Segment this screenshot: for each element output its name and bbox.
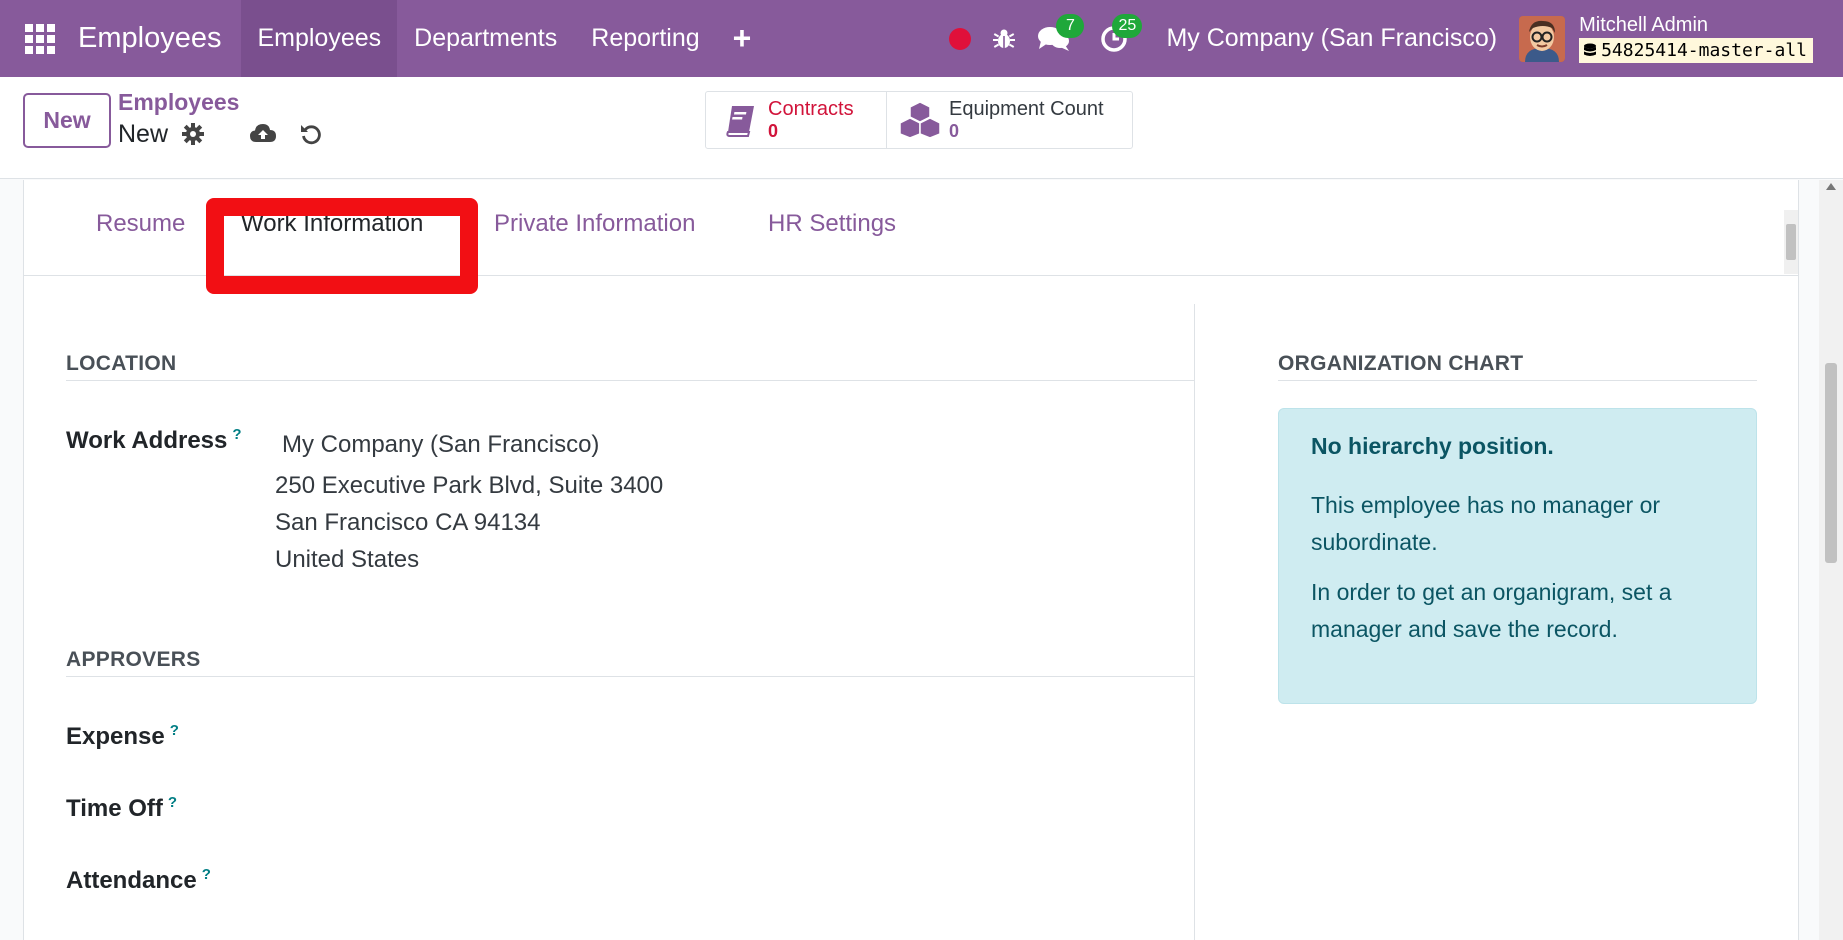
approvers-section-title: APPROVERS bbox=[66, 648, 201, 671]
time-off-help-icon[interactable]: ? bbox=[168, 794, 177, 811]
attendance-help-icon[interactable]: ? bbox=[202, 866, 211, 883]
tab-hr-settings[interactable]: HR Settings bbox=[768, 210, 896, 238]
work-address-help-icon[interactable]: ? bbox=[232, 426, 241, 443]
work-address-label: Work Address? bbox=[66, 426, 242, 455]
new-button[interactable]: New bbox=[23, 93, 111, 148]
column-divider bbox=[1194, 304, 1195, 940]
tabs-scrollbar[interactable] bbox=[1784, 210, 1798, 274]
discard-undo-icon[interactable] bbox=[296, 119, 326, 149]
database-name: 54825414-master-all bbox=[1601, 40, 1807, 61]
database-label: 54825414-master-all bbox=[1579, 38, 1813, 63]
cloud-upload-save-icon[interactable] bbox=[248, 119, 278, 149]
contracts-smart-button[interactable]: Contracts 0 bbox=[706, 92, 886, 148]
tab-private-information[interactable]: Private Information bbox=[494, 210, 695, 238]
activity-clock-icon[interactable]: 25 bbox=[1082, 0, 1146, 77]
address-city: San Francisco CA 94134 bbox=[275, 509, 541, 536]
user-menu[interactable]: Mitchell Admin 54825414-master-all bbox=[1579, 14, 1813, 63]
expense-label-text: Expense bbox=[66, 723, 165, 750]
equipment-smart-button[interactable]: Equipment Count 0 bbox=[886, 92, 1132, 148]
user-avatar[interactable] bbox=[1519, 15, 1566, 62]
activity-badge: 25 bbox=[1112, 14, 1143, 38]
no-hierarchy-alert: No hierarchy position. This employee has… bbox=[1278, 408, 1757, 704]
address-company[interactable]: My Company (San Francisco) bbox=[282, 431, 599, 459]
time-off-approver-label: Time Off? bbox=[66, 794, 177, 823]
work-address-label-text: Work Address bbox=[66, 427, 228, 454]
control-panel: New Employees New Contracts 0 Equipment … bbox=[0, 77, 1843, 179]
breadcrumb-current: New bbox=[118, 120, 169, 148]
breadcrumb-parent[interactable]: Employees bbox=[118, 89, 239, 116]
expense-help-icon[interactable]: ? bbox=[170, 722, 179, 739]
scroll-up-arrow-icon[interactable] bbox=[1826, 183, 1836, 190]
notebook-tabs: Resume Work Information Private Informat… bbox=[24, 180, 1798, 276]
menu-employees[interactable]: Employees bbox=[241, 0, 398, 77]
alert-message-1: This employee has no manager or subordin… bbox=[1311, 492, 1661, 555]
tab-work-information[interactable]: Work Information bbox=[241, 210, 423, 238]
menu-departments[interactable]: Departments bbox=[397, 0, 574, 77]
app-menu-icon[interactable] bbox=[12, 0, 68, 77]
recording-icon[interactable] bbox=[938, 0, 982, 77]
navbar-systray: 7 25 My Company (San Francisco) Mitchell… bbox=[938, 0, 1843, 77]
contracts-label: Contracts bbox=[768, 98, 854, 120]
form-sheet: Resume Work Information Private Informat… bbox=[23, 180, 1799, 940]
add-menu-button[interactable]: + bbox=[717, 0, 768, 77]
user-name: Mitchell Admin bbox=[1579, 14, 1709, 36]
equipment-count: 0 bbox=[949, 121, 960, 141]
contracts-count: 0 bbox=[768, 121, 779, 141]
address-street: 250 Executive Park Blvd, Suite 3400 bbox=[275, 472, 664, 499]
debug-bug-icon[interactable] bbox=[982, 0, 1026, 77]
top-navbar: Employees Employees Departments Reportin… bbox=[0, 0, 1843, 77]
cubes-icon bbox=[897, 101, 943, 139]
chat-messages-icon[interactable]: 7 bbox=[1026, 0, 1085, 77]
location-section-title: LOCATION bbox=[66, 352, 177, 375]
attendance-label-text: Attendance bbox=[66, 867, 197, 894]
address-country: United States bbox=[275, 546, 420, 573]
expense-approver-label: Expense? bbox=[66, 722, 179, 751]
tab-resume[interactable]: Resume bbox=[96, 210, 185, 238]
smart-buttons: Contracts 0 Equipment Count 0 bbox=[705, 91, 1133, 149]
scrollbar-thumb[interactable] bbox=[1825, 363, 1837, 563]
equipment-label: Equipment Count bbox=[949, 98, 1104, 120]
app-brand[interactable]: Employees bbox=[68, 0, 241, 77]
location-divider bbox=[66, 380, 1194, 381]
alert-title: No hierarchy position. bbox=[1311, 433, 1554, 459]
gear-icon[interactable] bbox=[178, 119, 208, 149]
book-icon bbox=[724, 103, 758, 137]
org-chart-section-title: ORGANIZATION CHART bbox=[1278, 352, 1524, 375]
database-icon bbox=[1584, 43, 1597, 56]
attendance-approver-label: Attendance? bbox=[66, 866, 211, 895]
time-off-label-text: Time Off bbox=[66, 795, 163, 822]
org-chart-divider bbox=[1278, 380, 1757, 381]
alert-message-2: In order to get an organigram, set a man… bbox=[1311, 579, 1672, 642]
approvers-divider bbox=[66, 676, 1194, 677]
page-scrollbar[interactable] bbox=[1819, 180, 1843, 940]
chat-badge: 7 bbox=[1056, 14, 1085, 38]
company-switcher[interactable]: My Company (San Francisco) bbox=[1146, 24, 1519, 53]
menu-reporting[interactable]: Reporting bbox=[574, 0, 716, 77]
